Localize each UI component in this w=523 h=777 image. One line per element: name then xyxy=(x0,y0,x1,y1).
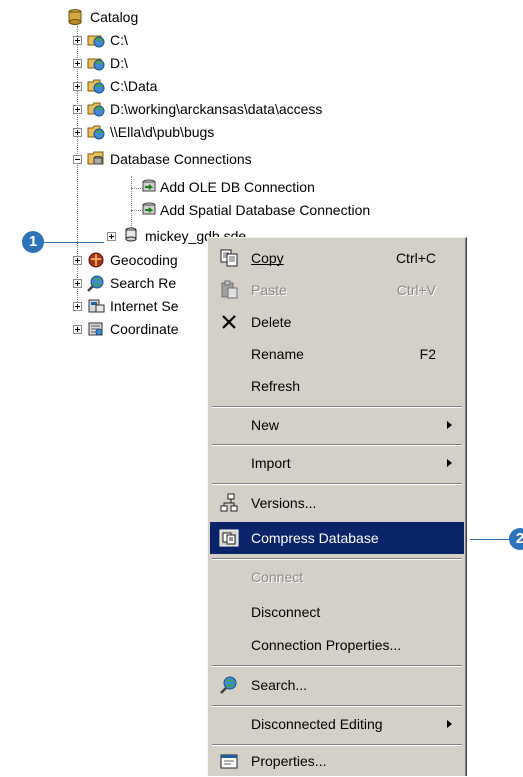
tree-label: D:\ xyxy=(110,55,128,71)
menu-shortcut: Ctrl+V xyxy=(396,282,436,298)
add-connection-icon xyxy=(142,179,156,192)
menu-item-copy[interactable]: Copy Ctrl+C xyxy=(210,242,464,274)
menu-item-label: Refresh xyxy=(251,378,301,394)
menu-item-import[interactable]: Import xyxy=(210,447,464,479)
menu-item-label: Copy xyxy=(251,250,284,266)
expand-plus-icon[interactable] xyxy=(73,59,82,68)
add-connection-icon xyxy=(142,202,156,215)
menu-separator xyxy=(212,444,462,446)
tree-label: Add OLE DB Connection xyxy=(160,179,315,195)
tree-label: Internet Se xyxy=(110,298,179,314)
expand-plus-icon[interactable] xyxy=(73,302,82,311)
menu-item-connect[interactable]: Connect xyxy=(210,561,464,593)
expand-plus-icon[interactable] xyxy=(73,82,82,91)
tree-label: Coordinate xyxy=(110,321,179,337)
connected-drive-icon xyxy=(87,35,105,48)
coordinate-systems-icon xyxy=(88,322,103,336)
geocoding-icon xyxy=(88,252,104,268)
tree-label: Geocoding xyxy=(110,252,178,268)
collapse-minus-icon[interactable] xyxy=(73,155,82,164)
menu-item-disconnected-editing[interactable]: Disconnected Editing xyxy=(210,708,464,740)
versions-icon xyxy=(220,493,238,512)
submenu-arrow-icon xyxy=(447,421,452,429)
callout-1-line xyxy=(40,242,104,243)
callout-2-line xyxy=(470,539,512,540)
tree-label: \\Ella\d\pub\bugs xyxy=(110,124,215,140)
menu-separator xyxy=(212,665,462,667)
submenu-arrow-icon xyxy=(447,720,452,728)
menu-item-rename[interactable]: Rename F2 xyxy=(210,338,464,370)
menu-item-refresh[interactable]: Refresh xyxy=(210,370,464,402)
expand-plus-icon[interactable] xyxy=(73,128,82,137)
menu-item-disconnect[interactable]: Disconnect xyxy=(210,596,464,628)
menu-separator xyxy=(212,705,462,707)
menu-item-label: Search... xyxy=(251,677,308,693)
delete-x-icon xyxy=(222,315,236,329)
internet-servers-icon xyxy=(88,299,105,313)
tree-label: C:\Data xyxy=(110,78,158,94)
connected-drive-icon xyxy=(87,58,105,71)
menu-item-label: Import xyxy=(251,455,291,471)
expand-plus-icon[interactable] xyxy=(73,105,82,114)
search-results-icon xyxy=(87,275,104,292)
menu-item-versions[interactable]: Versions... xyxy=(210,487,464,519)
menu-item-label: Delete xyxy=(251,314,292,330)
menu-item-label: Rename xyxy=(251,346,304,362)
menu-item-delete[interactable]: Delete xyxy=(210,306,464,338)
expand-plus-icon[interactable] xyxy=(73,279,82,288)
context-menu: Copy Ctrl+C Paste Ctrl+V Delete Rename F… xyxy=(207,237,467,776)
catalog-icon xyxy=(68,9,82,25)
submenu-arrow-icon xyxy=(447,459,452,467)
search-icon xyxy=(220,676,237,694)
menu-item-connection-properties[interactable]: Connection Properties... xyxy=(210,629,464,661)
properties-icon xyxy=(220,754,238,769)
callout-1: 1 xyxy=(22,231,44,253)
paste-icon xyxy=(221,280,238,299)
expand-plus-icon[interactable] xyxy=(107,232,116,241)
menu-separator xyxy=(212,483,462,485)
compress-database-icon xyxy=(219,529,239,547)
tree-label: Add Spatial Database Connection xyxy=(160,202,371,218)
menu-separator xyxy=(212,558,462,560)
connected-folder-icon xyxy=(87,125,105,140)
menu-item-compress-database[interactable]: Compress Database xyxy=(210,522,464,554)
tree-label: Catalog xyxy=(90,9,139,25)
menu-item-label: Connect xyxy=(251,569,304,585)
tree-label: C:\ xyxy=(110,32,128,48)
copy-icon xyxy=(220,249,238,267)
menu-item-label: Compress Database xyxy=(251,530,379,546)
tree-label: Search Re xyxy=(110,275,177,291)
menu-separator xyxy=(212,406,462,408)
expand-plus-icon[interactable] xyxy=(73,256,82,265)
menu-item-label: Paste xyxy=(251,282,287,298)
menu-item-label: Versions... xyxy=(251,495,317,511)
expand-plus-icon[interactable] xyxy=(73,36,82,45)
database-connections-icon xyxy=(87,151,104,165)
menu-item-new[interactable]: New xyxy=(210,409,464,441)
menu-item-label: New xyxy=(251,417,280,433)
menu-item-label: Disconnected Editing xyxy=(251,716,383,732)
menu-item-paste[interactable]: Paste Ctrl+V xyxy=(210,274,464,306)
tree-label: Database Connections xyxy=(110,151,252,167)
menu-item-search[interactable]: Search... xyxy=(210,669,464,701)
connected-folder-icon xyxy=(87,79,105,94)
menu-shortcut: F2 xyxy=(419,346,436,362)
menu-item-label: Connection Properties... xyxy=(251,637,402,653)
menu-item-properties[interactable]: Properties... xyxy=(210,745,464,777)
menu-shortcut: Ctrl+C xyxy=(395,250,436,266)
menu-item-label: Disconnect xyxy=(251,604,321,620)
expand-plus-icon[interactable] xyxy=(73,325,82,334)
tree-label: D:\working\arckansas\data\access xyxy=(110,101,323,117)
menu-item-label: Properties... xyxy=(251,753,327,769)
connected-folder-icon xyxy=(87,102,105,117)
sde-database-icon xyxy=(125,227,137,242)
